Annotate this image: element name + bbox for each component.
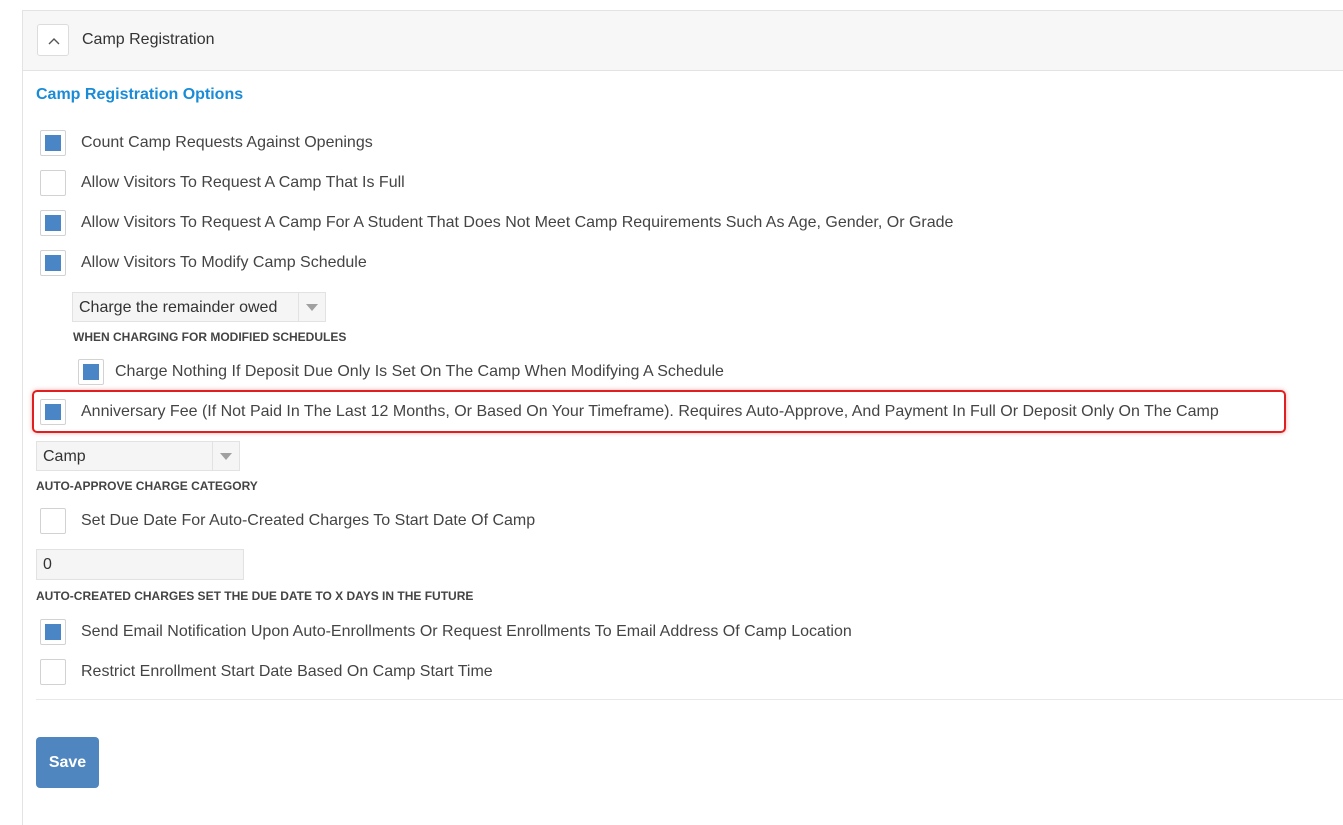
collapse-button[interactable] (37, 24, 69, 56)
restrict-start-label: Restrict Enrollment Start Date Based On … (81, 663, 493, 680)
allow-modify-checkbox[interactable] (40, 250, 66, 276)
modified-schedule-select[interactable]: Charge the remainder owed (72, 292, 326, 322)
anniversary-fee-checkbox[interactable] (40, 399, 66, 425)
modified-schedule-caption: WHEN CHARGING FOR MODIFIED SCHEDULES (73, 330, 347, 344)
allow-modify-label: Allow Visitors To Modify Camp Schedule (81, 254, 367, 271)
due-days-input[interactable] (36, 549, 244, 580)
due-date-start-label: Set Due Date For Auto-Created Charges To… (81, 512, 536, 529)
send-email-label: Send Email Notification Upon Auto-Enroll… (81, 623, 852, 640)
allow-requirements-label: Allow Visitors To Request A Camp For A S… (81, 214, 954, 231)
allow-full-checkbox[interactable] (40, 170, 66, 196)
allow-requirements-checkbox[interactable] (40, 210, 66, 236)
chevron-up-icon (48, 38, 60, 45)
charge-category-select-value: Camp (43, 448, 86, 465)
charge-category-dropdown-toggle[interactable] (212, 442, 239, 470)
allow-full-label: Allow Visitors To Request A Camp That Is… (81, 174, 405, 191)
due-date-start-checkbox[interactable] (40, 508, 66, 534)
count-requests-label: Count Camp Requests Against Openings (81, 134, 373, 151)
charge-nothing-label: Charge Nothing If Deposit Due Only Is Se… (115, 363, 724, 380)
caret-down-icon (306, 304, 318, 311)
panel-header: Camp Registration (23, 11, 1343, 71)
modified-schedule-dropdown-toggle[interactable] (298, 293, 325, 321)
send-email-checkbox[interactable] (40, 619, 66, 645)
modified-schedule-select-value: Charge the remainder owed (79, 299, 278, 316)
save-button[interactable]: Save (36, 737, 99, 788)
charge-category-caption: AUTO-APPROVE CHARGE CATEGORY (36, 479, 258, 493)
caret-down-icon (220, 453, 232, 460)
panel-title: Camp Registration (82, 31, 215, 48)
divider (36, 699, 1343, 700)
count-requests-checkbox[interactable] (40, 130, 66, 156)
charge-nothing-checkbox[interactable] (78, 359, 104, 385)
due-days-caption: AUTO-CREATED CHARGES SET THE DUE DATE TO… (36, 589, 474, 603)
section-title: Camp Registration Options (36, 86, 244, 103)
restrict-start-checkbox[interactable] (40, 659, 66, 685)
charge-category-select[interactable]: Camp (36, 441, 240, 471)
anniversary-fee-label: Anniversary Fee (If Not Paid In The Last… (81, 403, 1219, 420)
